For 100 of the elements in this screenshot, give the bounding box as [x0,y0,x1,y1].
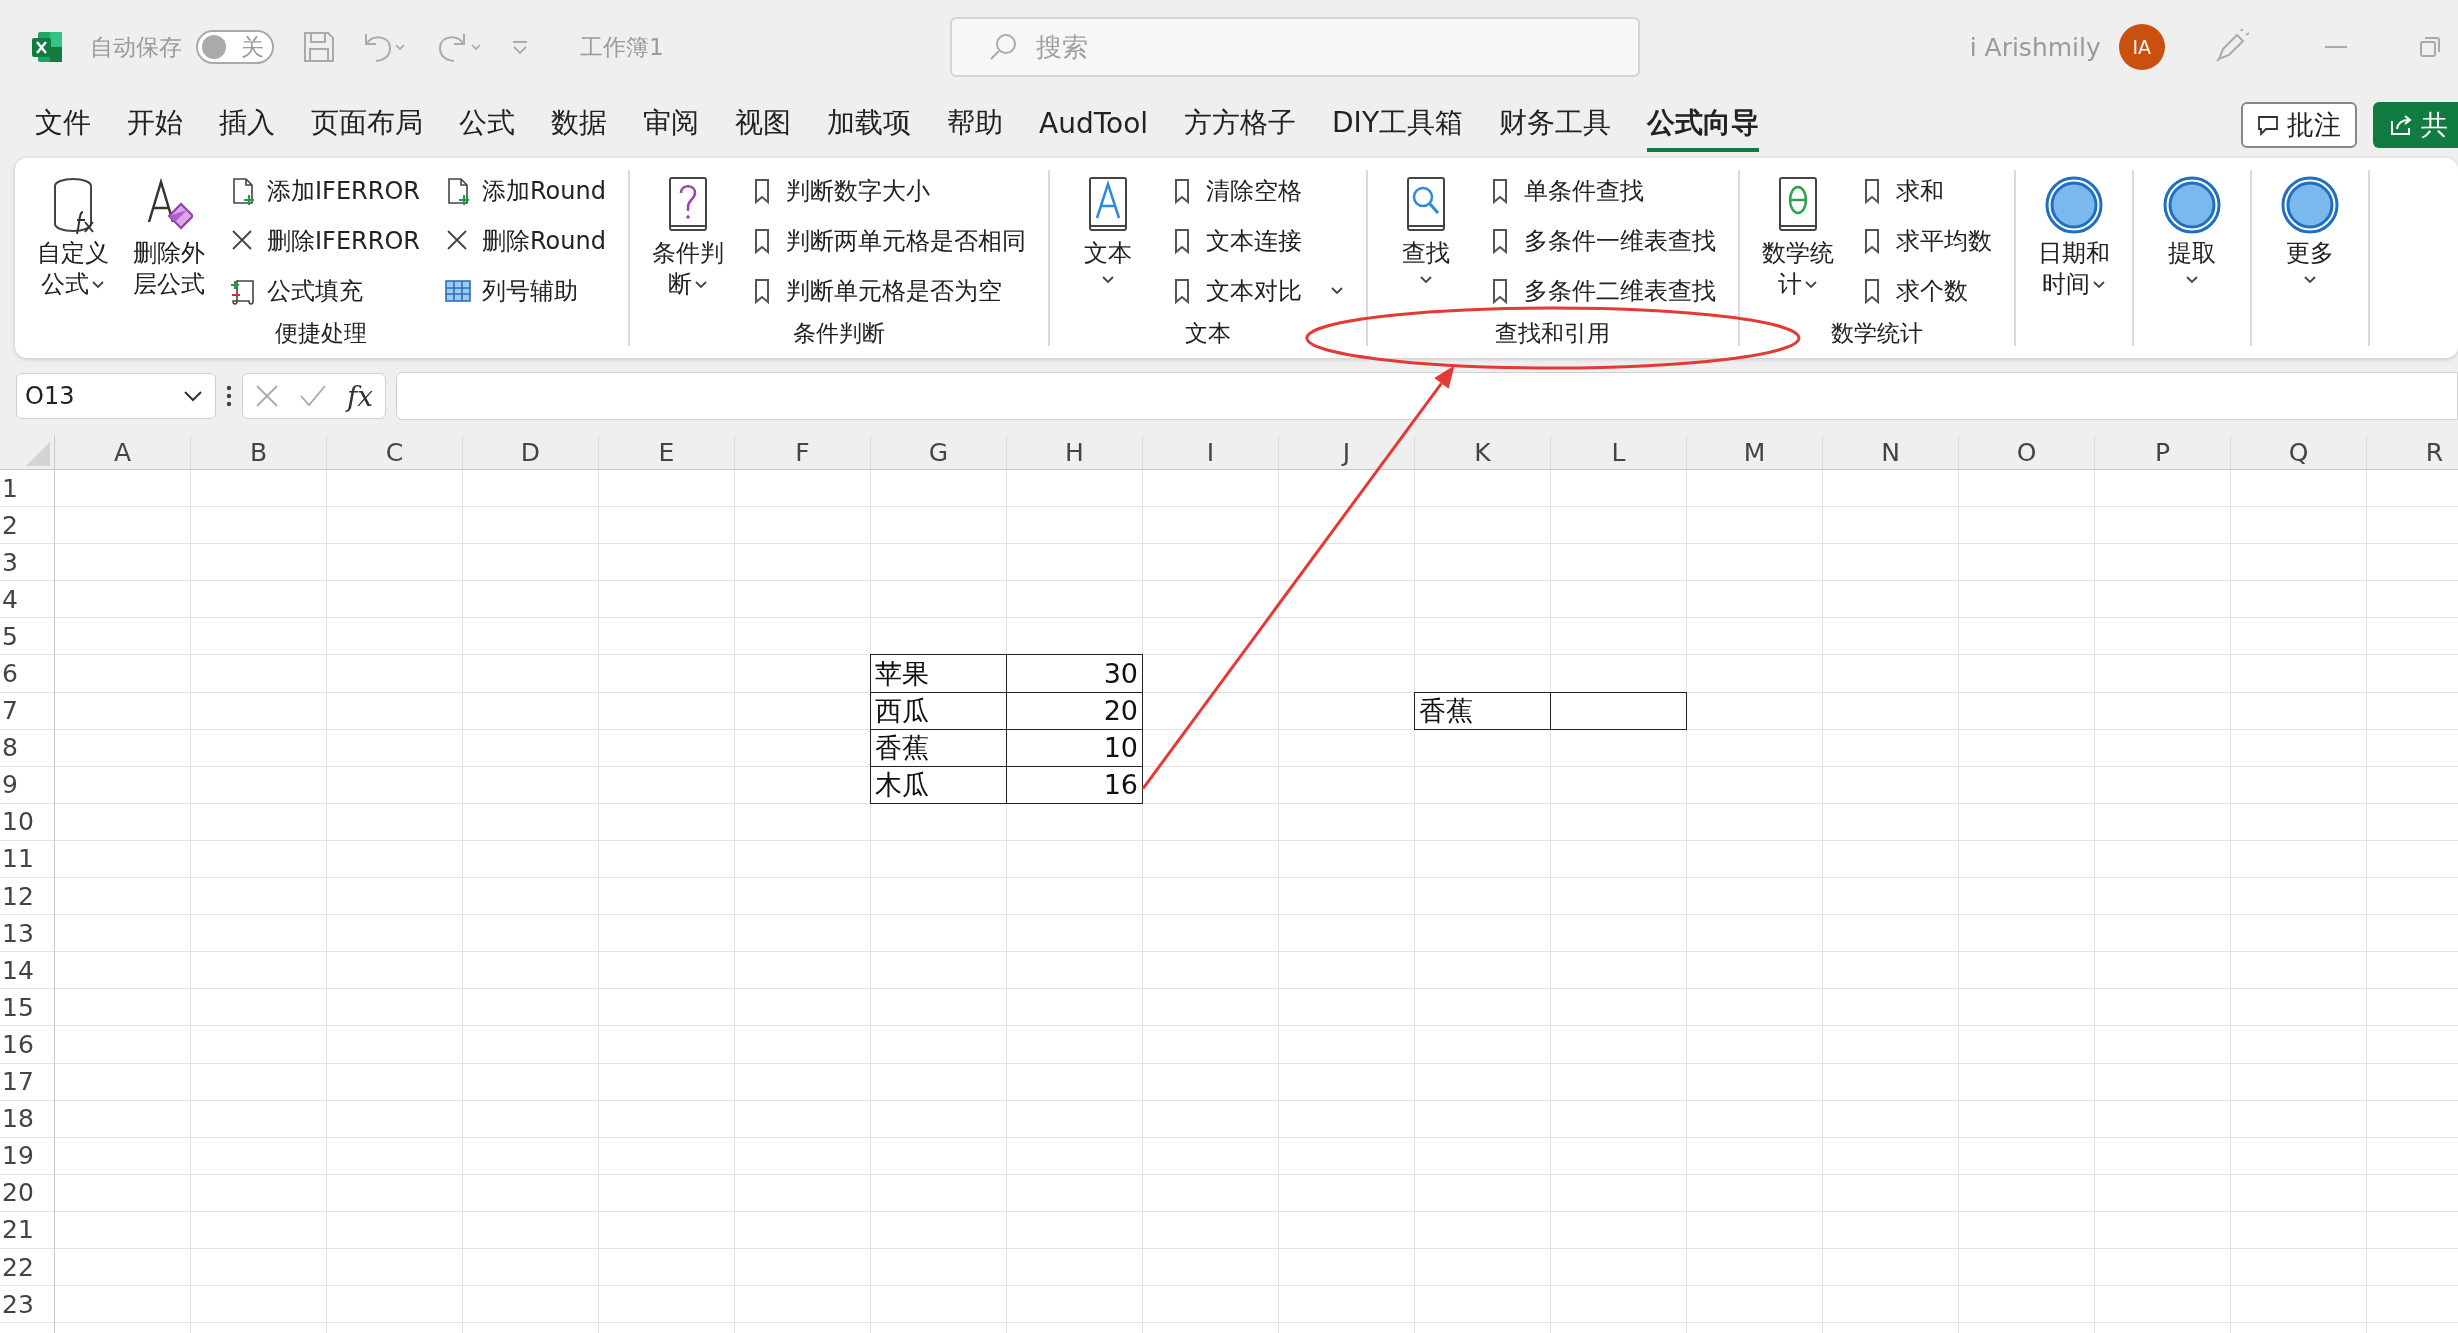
row-header[interactable]: 7 [0,692,55,730]
row-header[interactable]: 18 [0,1100,55,1138]
ribbon-button[interactable]: 求平均数 [1849,216,2000,266]
ribbon-button[interactable]: 判断两单元格是否相同 [739,216,1034,266]
menu-tab[interactable]: 帮助 [947,98,1003,152]
ribbon-button[interactable]: 文本对比 [1159,266,1352,316]
row-header[interactable]: 11 [0,840,55,879]
menu-tab[interactable]: 财务工具 [1499,98,1611,152]
menu-tab[interactable]: 插入 [219,98,275,152]
column-header[interactable]: J [1279,436,1415,470]
ribbon-button[interactable]: 查找 [1381,166,1470,316]
ribbon-button[interactable]: 求个数 [1849,266,2000,316]
column-header[interactable]: Q [2231,436,2367,470]
column-header[interactable]: B [191,436,327,470]
share-button[interactable]: 共 [2373,102,2458,148]
column-header[interactable]: R [2367,436,2458,470]
insert-function-button[interactable]: fx [347,379,374,413]
ribbon-button[interactable]: 日期和时间 [2029,166,2118,316]
row-header[interactable]: 2 [0,507,55,545]
ribbon-button[interactable]: 删除Round [435,216,614,266]
grid-cell[interactable]: 苹果 [870,654,1007,693]
check-icon[interactable] [299,384,327,408]
save-icon[interactable] [302,30,336,64]
minimize-icon[interactable] [2324,45,2347,49]
ribbon-button[interactable]: 添加Round [435,166,614,216]
ribbon-button[interactable]: 提取 [2147,166,2236,316]
ribbon-button[interactable]: 条件判断 [643,166,732,316]
row-header[interactable]: 15 [0,989,55,1027]
row-header[interactable]: 22 [0,1248,55,1287]
ribbon-button[interactable]: 公式填充 [221,266,428,316]
column-header[interactable]: P [2095,436,2231,470]
name-box[interactable]: O13 [16,373,216,419]
column-header[interactable]: E [599,436,735,470]
ribbon-button[interactable]: 更多 [2265,166,2354,316]
menu-tab[interactable]: 公式 [459,98,515,152]
menu-tab[interactable]: AudTool [1039,100,1149,150]
menu-tab[interactable]: 文件 [35,98,91,152]
ribbon-button[interactable]: 求和 [1849,166,2000,216]
column-header[interactable]: D [463,436,599,470]
formula-input[interactable] [396,372,2458,420]
row-header[interactable]: 9 [0,766,55,804]
column-header[interactable]: G [871,436,1007,470]
row-header[interactable]: 8 [0,729,55,767]
menu-tab[interactable]: 加载项 [827,98,911,152]
row-header[interactable]: 16 [0,1026,55,1064]
row-header[interactable]: 13 [0,915,55,953]
restore-icon[interactable] [2418,36,2441,58]
ribbon-button[interactable]: 列号辅助 [435,266,614,316]
row-header[interactable]: 12 [0,878,55,916]
ribbon-button[interactable]: 多条件一维表查找 [1477,216,1724,266]
column-header[interactable]: I [1143,436,1279,470]
column-header[interactable]: K [1415,436,1551,470]
row-header[interactable]: 17 [0,1063,55,1101]
cancel-icon[interactable] [255,384,279,408]
row-header[interactable]: 20 [0,1174,55,1212]
ribbon-button[interactable]: 清除空格 [1159,166,1352,216]
column-header[interactable]: N [1823,436,1959,470]
column-header[interactable]: M [1687,436,1823,470]
menu-tab[interactable]: 视图 [735,98,791,152]
menu-tab[interactable]: 页面布局 [311,98,423,152]
ribbon-button[interactable]: 多条件二维表查找 [1477,266,1724,316]
ribbon-button[interactable]: 文本 [1063,166,1152,316]
excel-logo-icon[interactable] [30,30,64,64]
row-header[interactable]: 23 [0,1286,55,1324]
row-header[interactable]: 10 [0,803,55,841]
menu-tab[interactable]: 开始 [127,98,183,152]
menu-tab[interactable]: 方方格子 [1184,98,1297,152]
ribbon-button[interactable]: 删除外层公式 [125,166,213,316]
ribbon-button[interactable]: 判断数字大小 [739,166,1034,216]
menu-tab[interactable]: 公式向导 [1647,98,1759,152]
grid-cell[interactable]: 30 [1006,654,1143,693]
column-header[interactable]: F [735,436,871,470]
column-header[interactable]: O [1959,436,2095,470]
comments-button[interactable]: 批注 [2241,102,2357,148]
ribbon-button[interactable]: 数学统计 [1753,166,1842,316]
ribbon-button[interactable]: 删除IFERROR [221,216,428,266]
user-avatar[interactable]: IA [2118,24,2165,70]
row-header[interactable]: 21 [0,1211,55,1249]
grid-cell[interactable]: 16 [1006,765,1143,804]
column-header[interactable]: L [1551,436,1687,470]
ribbon-button[interactable]: 文本连接 [1159,216,1352,266]
menu-tab[interactable]: 数据 [551,98,607,152]
grid-cell[interactable]: 香蕉 [1414,691,1551,730]
ribbon-button[interactable]: 单条件查找 [1477,166,1724,216]
ribbon-button[interactable]: 自定义公式 [29,166,117,316]
menu-tab[interactable]: DIY工具箱 [1332,98,1463,152]
row-header[interactable]: 3 [0,544,55,582]
row-header[interactable]: 6 [0,655,55,693]
row-header[interactable]: 14 [0,952,55,990]
column-header[interactable]: H [1007,436,1143,470]
column-header[interactable]: C [327,436,463,470]
row-header[interactable]: 4 [0,581,55,619]
row-header[interactable]: 1 [0,470,55,508]
row-header[interactable]: 5 [0,618,55,656]
column-header[interactable]: A [55,436,191,470]
ribbon-button[interactable]: 添加IFERROR [221,166,428,216]
row-header[interactable]: 19 [0,1137,55,1175]
ribbon-button[interactable]: 判断单元格是否为空 [739,266,1034,316]
more-options-icon[interactable] [226,385,232,407]
menu-tab[interactable]: 审阅 [643,98,699,152]
